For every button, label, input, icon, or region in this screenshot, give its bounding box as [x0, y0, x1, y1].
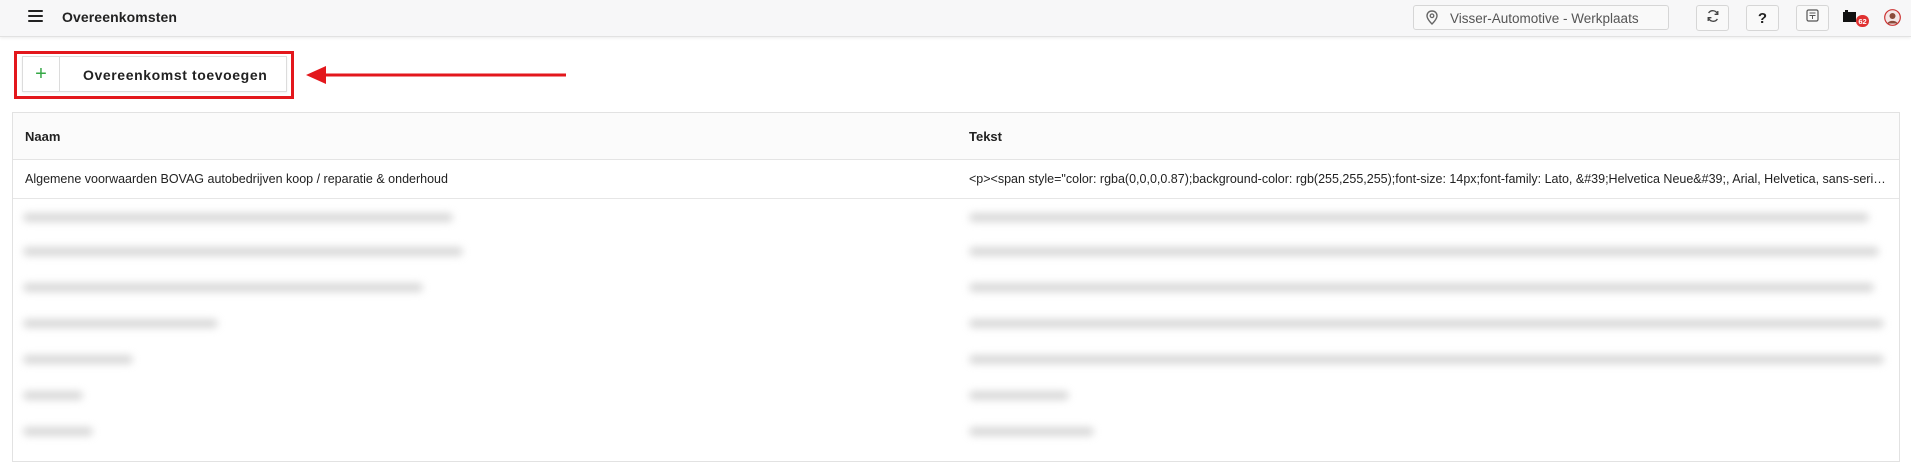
page-title: Overeenkomsten	[62, 9, 178, 25]
notification-badge: 62	[1856, 15, 1869, 27]
help-button[interactable]: ?	[1746, 5, 1779, 31]
notifications-button[interactable]: 62	[1843, 10, 1873, 30]
cell-tekst: <p><span style="color: rgba(0,0,0,0.87);…	[969, 172, 1889, 186]
refresh-button[interactable]	[1696, 5, 1729, 31]
blurred-table-row[interactable]	[13, 417, 1899, 453]
blurred-table-row[interactable]	[13, 201, 1899, 237]
calculator-button[interactable]	[1796, 5, 1829, 31]
cell-naam: Algemene voorwaarden BOVAG autobedrijven…	[25, 172, 448, 186]
table-row[interactable]: Algemene voorwaarden BOVAG autobedrijven…	[13, 160, 1899, 199]
top-bar: Overeenkomsten Visser-Automotive - Werkp…	[0, 0, 1911, 37]
map-pin-icon	[1426, 10, 1438, 28]
annotation-arrow	[306, 66, 566, 84]
agreements-table: Naam Tekst Algemene voorwaarden BOVAG au…	[12, 112, 1900, 462]
add-agreement-button[interactable]: + Overeenkomst toevoegen	[22, 56, 287, 92]
blurred-table-row[interactable]	[13, 237, 1899, 273]
location-label: Visser-Automotive - Werkplaats	[1450, 11, 1639, 26]
location-selector[interactable]: Visser-Automotive - Werkplaats	[1413, 5, 1669, 30]
blurred-table-row[interactable]	[13, 381, 1899, 417]
column-header-naam[interactable]: Naam	[25, 129, 60, 144]
hamburger-menu-icon[interactable]	[28, 10, 43, 24]
blurred-table-row[interactable]	[13, 345, 1899, 381]
calculator-icon	[1806, 9, 1819, 27]
blurred-table-row[interactable]	[13, 309, 1899, 345]
add-agreement-label: Overeenkomst toevoegen	[83, 67, 268, 83]
avatar[interactable]	[1884, 9, 1901, 26]
blurred-table-row[interactable]	[13, 273, 1899, 309]
table-header: Naam Tekst	[13, 113, 1899, 160]
refresh-icon	[1706, 9, 1720, 28]
column-header-tekst[interactable]: Tekst	[969, 129, 1002, 144]
plus-icon: +	[23, 57, 60, 91]
